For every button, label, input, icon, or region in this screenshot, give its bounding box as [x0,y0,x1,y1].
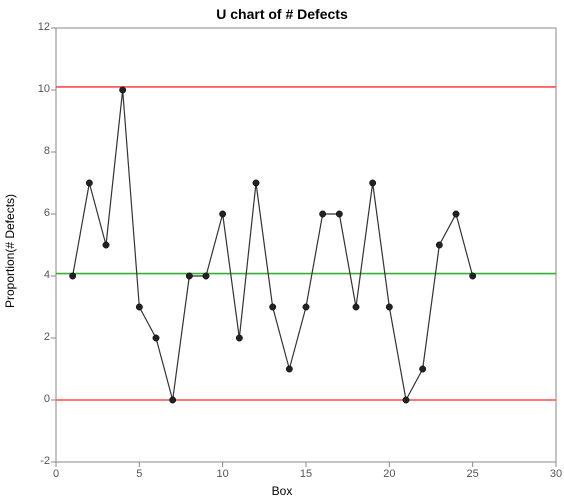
x-tick-label: 0 [53,468,59,480]
data-point [469,273,475,279]
y-tick-label: -2 [22,455,50,467]
data-point [136,304,142,310]
data-point [386,304,392,310]
data-point [403,397,409,403]
data-point [453,211,459,217]
data-point [369,180,375,186]
x-tick-label: 5 [136,468,142,480]
data-point [86,180,92,186]
data-point [436,242,442,248]
data-point [319,211,325,217]
data-point [236,335,242,341]
x-tick-label: 30 [550,468,562,480]
data-point [119,87,125,93]
y-tick-label: 0 [22,393,50,405]
data-point [169,397,175,403]
data-point [286,366,292,372]
data-point [419,366,425,372]
data-point [303,304,309,310]
data-point [186,273,192,279]
x-tick-label: 25 [467,468,479,480]
data-point [219,211,225,217]
y-tick-label: 4 [22,269,50,281]
y-tick-label: 8 [22,145,50,157]
y-tick-label: 6 [22,207,50,219]
x-tick-label: 10 [217,468,229,480]
x-tick-label: 20 [383,468,395,480]
data-point [203,273,209,279]
data-point [69,273,75,279]
data-point [353,304,359,310]
data-point [336,211,342,217]
data-point [153,335,159,341]
y-tick-label: 2 [22,331,50,343]
y-tick-label: 12 [22,21,50,33]
data-point [103,242,109,248]
x-tick-label: 15 [300,468,312,480]
y-tick-label: 10 [22,83,50,95]
chart-plot-area [0,0,564,502]
data-point [253,180,259,186]
data-point [269,304,275,310]
